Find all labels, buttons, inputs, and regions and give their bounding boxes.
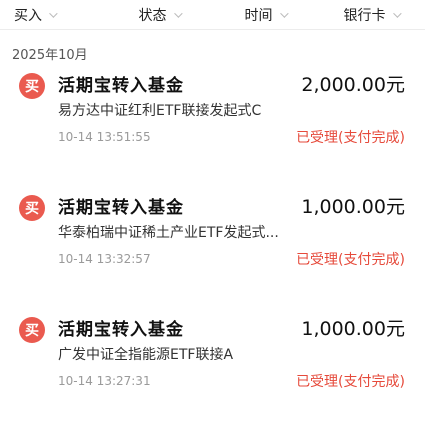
buy-badge-icon: 买 — [19, 73, 45, 99]
chevron-down-icon — [49, 8, 58, 18]
filter-bar: 买入 状态 时间 银行卡 — [0, 0, 425, 30]
record-time: 10-14 13:51:55 — [58, 130, 151, 144]
filter-time[interactable]: 时间 — [212, 5, 318, 25]
record-fund-name: 华泰柏瑞中证稀土产业ETF发起式... — [58, 225, 279, 241]
record-status: 已受理(支付完成) — [296, 252, 405, 268]
transaction-record[interactable]: 买 活期宝转入基金 1,000.00元 广发中证全指能源ETF联接A 10-14… — [0, 312, 425, 434]
month-header: 2025年10月 — [12, 48, 88, 63]
record-status: 已受理(支付完成) — [296, 130, 405, 146]
record-amount: 1,000.00元 — [301, 195, 405, 218]
chevron-down-icon — [392, 8, 402, 18]
buy-badge-icon: 买 — [19, 317, 45, 343]
filter-status-label: 状态 — [138, 7, 167, 24]
record-fund-name: 易方达中证红利ETF联接发起式C — [58, 103, 262, 119]
record-title: 活期宝转入基金 — [58, 75, 184, 96]
filter-type-label: 买入 — [14, 7, 42, 24]
chevron-down-icon — [173, 8, 183, 18]
chevron-down-icon — [279, 8, 289, 18]
filter-bank-card[interactable]: 银行卡 — [318, 5, 424, 25]
record-title: 活期宝转入基金 — [58, 319, 184, 340]
record-amount: 1,000.00元 — [301, 317, 405, 340]
transaction-record[interactable]: 买 活期宝转入基金 2,000.00元 易方达中证红利ETF联接发起式C 10-… — [0, 68, 425, 190]
filter-status[interactable]: 状态 — [106, 5, 212, 25]
record-title: 活期宝转入基金 — [58, 197, 184, 218]
record-status: 已受理(支付完成) — [296, 374, 405, 390]
filter-type[interactable]: 买入 — [0, 5, 106, 25]
filter-bank-card-label: 银行卡 — [343, 7, 386, 24]
record-time: 10-14 13:32:57 — [58, 252, 151, 266]
record-amount: 2,000.00元 — [301, 73, 405, 96]
filter-time-label: 时间 — [244, 7, 273, 24]
record-time: 10-14 13:27:31 — [58, 374, 151, 388]
buy-badge-icon: 买 — [19, 195, 45, 221]
record-fund-name: 广发中证全指能源ETF联接A — [58, 347, 234, 363]
transaction-record[interactable]: 买 活期宝转入基金 1,000.00元 华泰柏瑞中证稀土产业ETF发起式... … — [0, 190, 425, 312]
